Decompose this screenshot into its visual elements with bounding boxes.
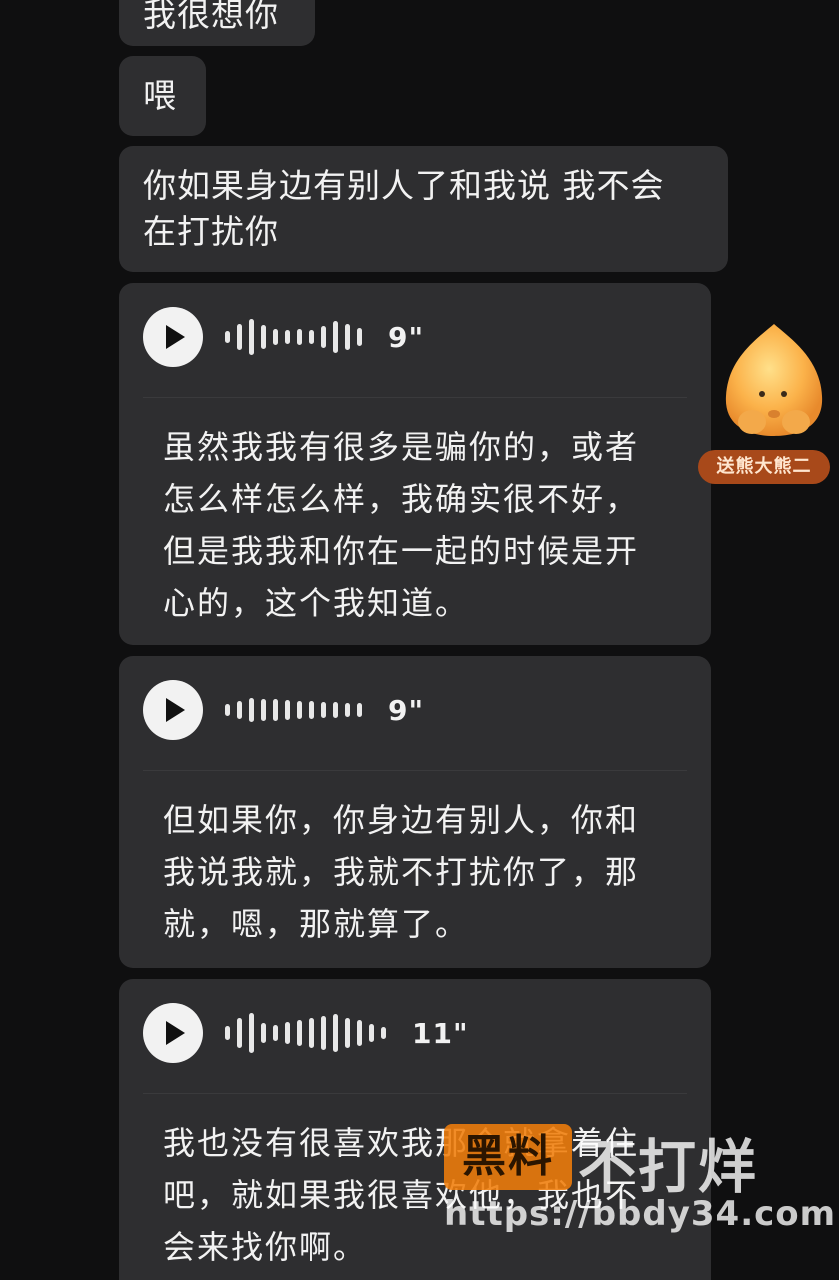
watermark-logo: 黑料 — [444, 1124, 572, 1190]
play-icon — [166, 1021, 185, 1045]
transcript-line: 怎么样怎么样，我确实很不好， — [163, 480, 640, 518]
voice-duration: 11" — [412, 1016, 469, 1050]
divider — [143, 397, 687, 398]
message-bubble[interactable]: 你如果身边有别人了和我说 我不会 在打扰你 — [119, 146, 728, 272]
play-button[interactable] — [143, 307, 203, 367]
transcript-line: 但如果你，你身边有别人，你和 — [163, 801, 640, 839]
play-button[interactable] — [143, 680, 203, 740]
transcript-line: 我说我就，我就不打扰你了，那 — [163, 853, 640, 891]
voice-message-bubble[interactable]: 9" 但如果你，你身边有别人，你和 我说我就，我就不打扰你了，那 就，嗯，那就算… — [119, 656, 711, 968]
message-bubble[interactable]: 喂 — [119, 56, 206, 136]
message-text: 我很想你 — [143, 0, 279, 34]
chat-screen: 我很想你 喂 你如果身边有别人了和我说 我不会 在打扰你 9" 虽然我我有很多是… — [0, 0, 839, 1280]
watermark-url: https://bbdy34.com — [444, 1194, 837, 1234]
transcript-line: 虽然我我有很多是骗你的，或者 — [163, 428, 640, 466]
message-bubble[interactable]: 我很想你 — [119, 0, 315, 46]
voice-transcript: 但如果你，你身边有别人，你和 我说我就，我就不打扰你了，那 就，嗯，那就算了。 — [163, 794, 693, 950]
divider — [143, 770, 687, 771]
voice-message-bubble[interactable]: 9" 虽然我我有很多是骗你的，或者 怎么样怎么样，我确实很不好， 但是我我和你在… — [119, 283, 711, 645]
voice-player: 9" — [143, 307, 424, 367]
voice-player: 9" — [143, 680, 424, 740]
transcript-line: 就，嗯，那就算了。 — [163, 905, 470, 943]
transcript-line: 但是我我和你在一起的时候是开 — [163, 532, 640, 570]
voice-duration: 9" — [388, 693, 425, 727]
waveform — [225, 688, 362, 732]
message-text: 喂 — [143, 76, 177, 115]
play-button[interactable] — [143, 1003, 203, 1063]
message-text-line: 在打扰你 — [143, 212, 279, 251]
watermark: 黑料 不打烊 https://bbdy34.com — [444, 1118, 835, 1238]
divider — [143, 1093, 687, 1094]
waveform — [225, 1011, 386, 1055]
play-icon — [166, 325, 185, 349]
watermark-title: 不打烊 — [578, 1133, 759, 1201]
peach-bear-icon[interactable] — [718, 318, 830, 443]
voice-transcript: 虽然我我有很多是骗你的，或者 怎么样怎么样，我确实很不好， 但是我我和你在一起的… — [163, 421, 693, 629]
transcript-line: 心的，这个我知道。 — [163, 584, 470, 622]
waveform — [225, 315, 362, 359]
play-icon — [166, 698, 185, 722]
voice-duration: 9" — [388, 320, 425, 354]
voice-player: 11" — [143, 1003, 469, 1063]
message-text-line: 你如果身边有别人了和我说 我不会 — [143, 166, 665, 205]
gift-label-badge[interactable]: 送熊大熊二 — [698, 450, 830, 484]
